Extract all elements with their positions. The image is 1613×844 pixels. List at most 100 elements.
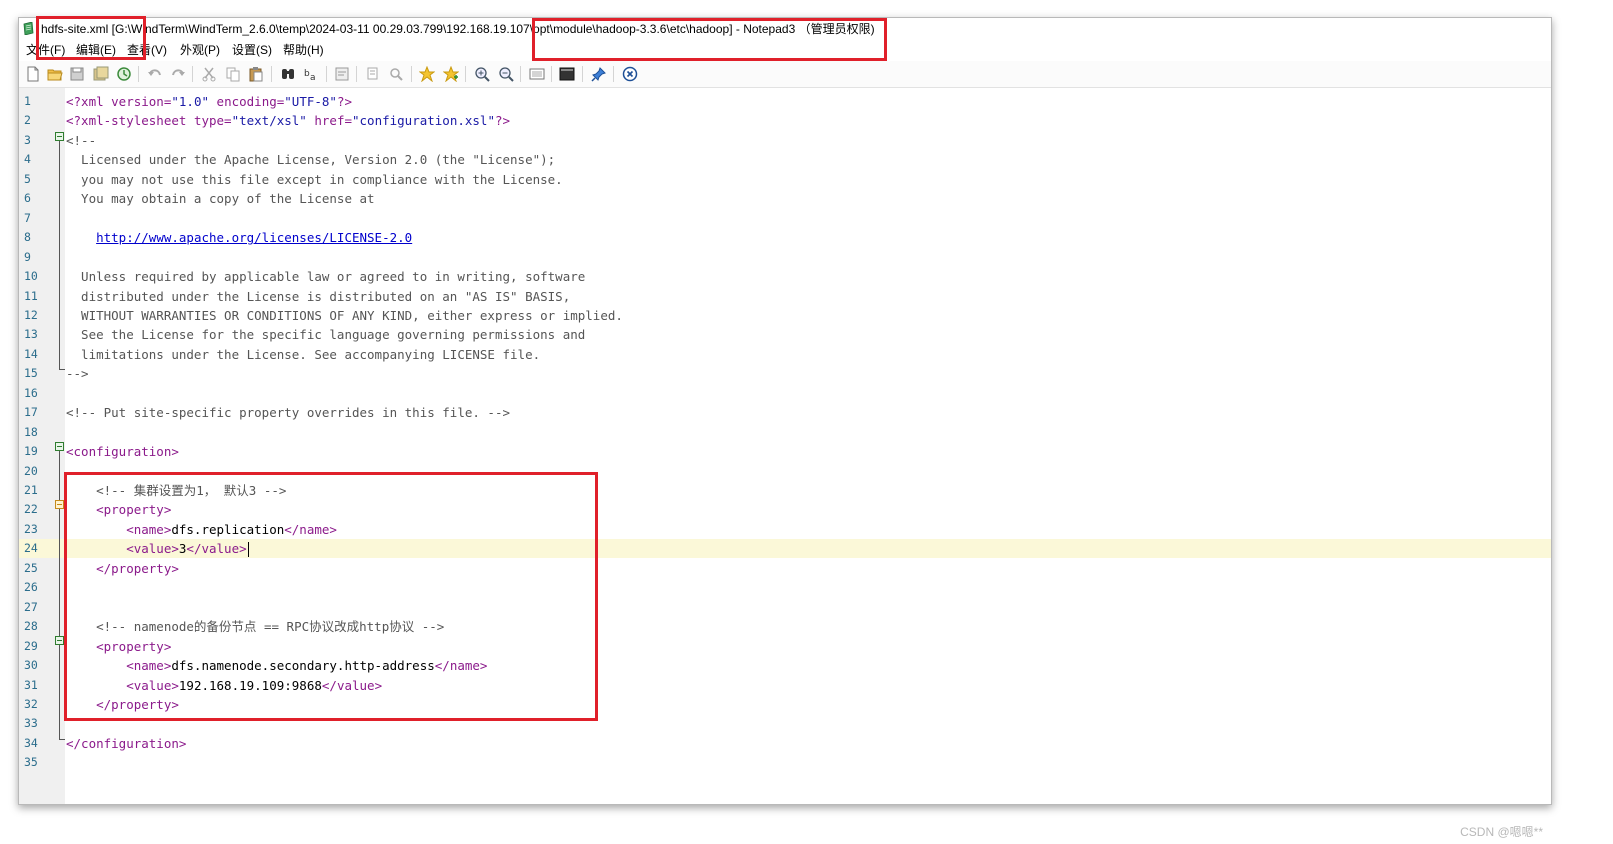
replace-icon[interactable]: ba	[303, 66, 319, 82]
code-line[interactable]: 26	[19, 578, 1551, 597]
redo-icon[interactable]	[170, 66, 186, 82]
fold-marker[interactable]	[55, 442, 64, 451]
settings-panel-icon[interactable]	[529, 66, 545, 82]
zoom-fit-icon[interactable]	[365, 66, 381, 82]
code-line[interactable]: 1 <?xml version="1.0" encoding="UTF-8"?>	[19, 92, 1551, 111]
code-line[interactable]: 27	[19, 598, 1551, 617]
open-folder-icon[interactable]	[47, 66, 63, 82]
code-token: </value>	[186, 541, 247, 557]
code-line[interactable]: 32 </property>	[19, 695, 1551, 714]
menu-view[interactable]: 查看(V)	[127, 40, 167, 60]
paste-icon[interactable]	[248, 66, 264, 82]
code-token: "1.0"	[171, 94, 210, 109]
find-icon[interactable]	[280, 66, 296, 82]
window-title: hdfs-site.xml [G:\WindTerm\WindTerm_2.6.…	[41, 22, 875, 36]
line-number: 31	[24, 677, 38, 692]
menu-help[interactable]: 帮助(H)	[283, 40, 324, 60]
code-text: <property>	[66, 637, 171, 656]
code-line[interactable]: 34 </configuration>	[19, 734, 1551, 753]
code-text: <!-- 集群设置为1， 默认3 -->	[66, 481, 286, 500]
code-token: </property>	[66, 560, 179, 576]
line-number: 20	[24, 463, 38, 478]
code-line[interactable]: 14 limitations under the License. See ac…	[19, 345, 1551, 364]
line-number: 34	[24, 735, 38, 750]
editor-area[interactable]: 1 <?xml version="1.0" encoding="UTF-8"?> 2…	[19, 88, 1551, 804]
cut-icon[interactable]	[201, 66, 217, 82]
code-line[interactable]: 30 <name>dfs.namenode.secondary.http-add…	[19, 656, 1551, 675]
code-line[interactable]: 29 <property>	[19, 637, 1551, 656]
line-number: 17	[24, 405, 38, 420]
code-line[interactable]: 2 <?xml-stylesheet type="text/xsl" href="…	[19, 111, 1551, 130]
menu-bar: 文件(F) 编辑(E) 查看(V) 外观(P) 设置(S) 帮助(H)	[19, 40, 1551, 60]
code-line[interactable]: 35	[19, 753, 1551, 772]
fold-marker[interactable]	[55, 636, 64, 645]
code-text: See the License for the specific languag…	[66, 325, 585, 344]
menu-settings[interactable]: 设置(S)	[232, 40, 272, 60]
code-line[interactable]: 18	[19, 423, 1551, 442]
wordwrap-icon[interactable]	[334, 66, 350, 82]
menu-edit[interactable]: 编辑(E)	[76, 40, 116, 60]
code-line[interactable]: 24 <value>3</value>	[19, 539, 1551, 559]
code-line[interactable]: 15 -->	[19, 364, 1551, 383]
code-text: limitations under the License. See accom…	[66, 345, 540, 364]
code-line[interactable]: 28 <!-- namenode的备份节点 == RPC协议改成http协议 -…	[19, 617, 1551, 636]
code-token: limitations under the License. See accom…	[66, 346, 541, 362]
code-text: Licensed under the Apache License, Versi…	[66, 150, 555, 169]
line-number: 12	[24, 307, 38, 322]
favorite-icon[interactable]	[419, 66, 435, 82]
save-icon[interactable]	[69, 66, 85, 82]
zoom-in-icon[interactable]	[474, 66, 490, 82]
search-zoom-icon[interactable]	[388, 66, 404, 82]
pin-icon[interactable]	[591, 66, 607, 82]
line-number: 24	[24, 541, 38, 556]
code-line[interactable]: 31 <value>192.168.19.109:9868</value>	[19, 676, 1551, 695]
code-line[interactable]: 21 <!-- 集群设置为1， 默认3 -->	[19, 481, 1551, 500]
code-text: WITHOUT WARRANTIES OR CONDITIONS OF ANY …	[66, 306, 623, 325]
fold-marker[interactable]	[55, 132, 64, 141]
line-number: 1	[24, 94, 31, 108]
code-line[interactable]: 13 See the License for the specific lang…	[19, 325, 1551, 344]
line-number: 28	[24, 619, 38, 634]
fold-marker[interactable]	[55, 500, 64, 509]
code-line[interactable]: 10 Unless required by applicable law or …	[19, 267, 1551, 286]
undo-icon[interactable]	[147, 66, 163, 82]
code-line[interactable]: 16	[19, 384, 1551, 403]
close-circle-icon[interactable]	[622, 66, 638, 82]
copy-icon[interactable]	[225, 66, 241, 82]
code-text: you may not use this file except in comp…	[66, 170, 563, 189]
revert-icon[interactable]	[116, 66, 132, 82]
code-token: </property>	[66, 696, 179, 712]
code-token: encoding=	[209, 94, 285, 109]
code-line[interactable]: 4 Licensed under the Apache License, Ver…	[19, 150, 1551, 169]
code-line[interactable]: 23 <name>dfs.replication</name>	[19, 520, 1551, 539]
code-line[interactable]: 17 <!-- Put site-specific property overri…	[19, 403, 1551, 422]
license-link[interactable]: http://www.apache.org/licenses/LICENSE-2…	[96, 230, 412, 245]
code-text: <value>3</value>	[66, 539, 249, 558]
zoom-out-icon[interactable]	[498, 66, 514, 82]
save-as-icon[interactable]	[93, 66, 109, 82]
line-number: 18	[24, 424, 38, 439]
menu-file[interactable]: 文件(F)	[26, 40, 65, 60]
new-file-icon[interactable]	[25, 66, 41, 82]
toolbar-separator	[551, 66, 552, 82]
code-line[interactable]: 3 <!--	[19, 131, 1551, 150]
code-line[interactable]: 33	[19, 714, 1551, 733]
code-line[interactable]: 12 WITHOUT WARRANTIES OR CONDITIONS OF A…	[19, 306, 1551, 325]
code-line[interactable]: 19 <configuration>	[19, 442, 1551, 461]
code-line[interactable]: 11 distributed under the License is dist…	[19, 287, 1551, 306]
code-text: <configuration>	[66, 442, 179, 461]
toolbar: ba	[19, 61, 1551, 88]
code-line[interactable]: 22 <property>	[19, 500, 1551, 519]
code-line[interactable]: 7	[19, 209, 1551, 228]
line-number: 25	[24, 560, 38, 575]
add-favorite-icon[interactable]	[443, 66, 459, 82]
code-line[interactable]: 20	[19, 462, 1551, 481]
code-line[interactable]: 8 http://www.apache.org/licenses/LICENSE…	[19, 228, 1551, 247]
code-line[interactable]: 25 </property>	[19, 559, 1551, 578]
terminal-icon[interactable]	[559, 66, 575, 82]
code-line[interactable]: 5 you may not use this file except in co…	[19, 170, 1551, 189]
code-line[interactable]: 9	[19, 248, 1551, 267]
menu-appearance[interactable]: 外观(P)	[180, 40, 220, 60]
code-line[interactable]: 6 You may obtain a copy of the License a…	[19, 189, 1551, 208]
